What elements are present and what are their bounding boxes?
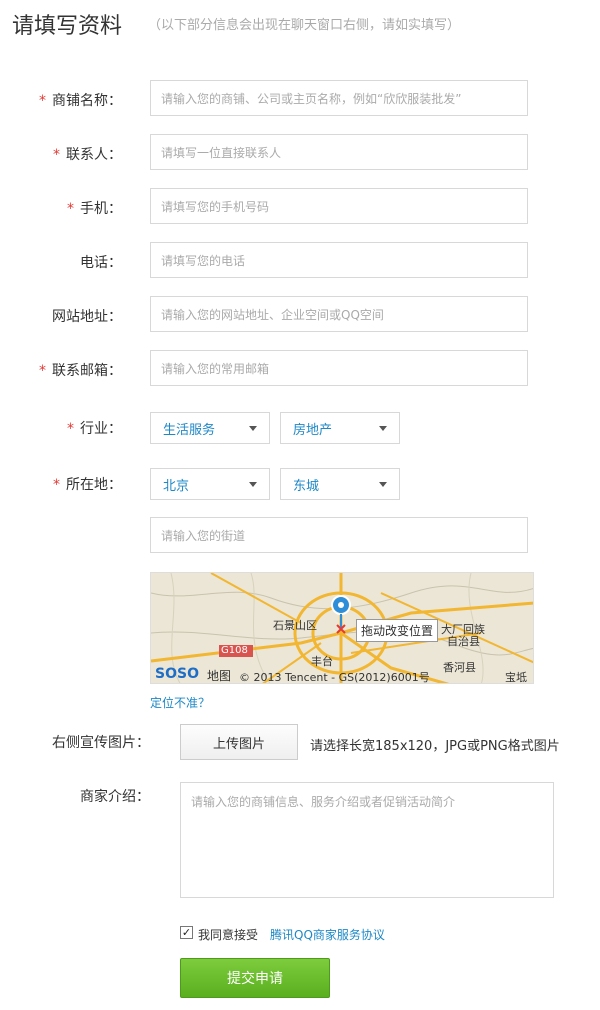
street-input[interactable]: 请输入您的街道 <box>150 517 528 553</box>
required-mark: * <box>39 363 46 379</box>
chevron-down-icon <box>379 481 387 487</box>
chevron-down-icon <box>249 481 257 487</box>
mobile-input[interactable]: 请填写您的手机号码 <box>150 188 528 224</box>
website-placeholder: 请输入您的网站地址、企业空间或QQ空间 <box>161 307 384 322</box>
district-value: 东城 <box>293 478 320 494</box>
phone-input[interactable]: 请填写您的电话 <box>150 242 528 278</box>
contact-label-text: 联系人： <box>66 147 122 163</box>
phone-placeholder: 请填写您的电话 <box>161 253 246 268</box>
agreement-link[interactable]: 腾讯QQ商家服务协议 <box>270 926 385 943</box>
soso-logo: SOSO <box>155 666 199 682</box>
industry-label-text: 行业： <box>80 421 122 437</box>
industry-label: * 行业： <box>0 418 122 438</box>
chevron-down-icon <box>249 425 257 431</box>
intro-placeholder: 请输入您的商铺信息、服务介绍或者促销活动简介 <box>191 795 456 809</box>
shop-name-label-text: 商铺名称： <box>52 93 122 109</box>
city-select[interactable]: 北京 <box>150 468 270 500</box>
location-map[interactable]: 石景山区 G108 大厂回族 自治县 香河县 宝坻 丰台 拖动改变位置 SOSO… <box>150 572 534 684</box>
mobile-placeholder: 请填写您的手机号码 <box>161 199 270 214</box>
page-subtitle: （以下部分信息会出现在聊天窗口右侧，请如实填写） <box>148 18 461 33</box>
contact-placeholder: 请填写一位直接联系人 <box>161 145 282 160</box>
page-title: 请填写资料 <box>12 14 123 39</box>
shop-name-label: * 商铺名称： <box>0 90 122 110</box>
location-label: * 所在地： <box>0 474 122 494</box>
location-label-text: 所在地： <box>66 477 122 493</box>
map-label-shijingshan: 石景山区 <box>273 619 317 632</box>
map-label-zizhixian: 自治县 <box>447 635 480 648</box>
map-copyright: © 2013 Tencent - GS(2012)6001号 <box>239 671 430 684</box>
map-label-fengtai: 丰台 <box>311 655 333 668</box>
map-label-g108: G108 <box>221 645 248 656</box>
mobile-label-text: 手机： <box>80 201 122 217</box>
city-value: 北京 <box>163 478 190 494</box>
map-brand-suffix: 地图 <box>207 669 232 683</box>
submit-button[interactable]: 提交申请 <box>180 958 330 998</box>
website-input[interactable]: 请输入您的网站地址、企业空间或QQ空间 <box>150 296 528 332</box>
email-placeholder: 请输入您的常用邮箱 <box>161 361 270 376</box>
location-inaccurate-link[interactable]: 定位不准？ <box>150 694 210 711</box>
chevron-down-icon <box>379 425 387 431</box>
mobile-label: * 手机： <box>0 198 122 218</box>
street-placeholder: 请输入您的街道 <box>161 528 246 543</box>
industry-secondary-value: 房地产 <box>293 422 333 438</box>
industry-primary-select[interactable]: 生活服务 <box>150 412 270 444</box>
agree-checkbox[interactable]: ✓ <box>180 926 193 939</box>
check-icon: ✓ <box>181 926 192 939</box>
district-select[interactable]: 东城 <box>280 468 400 500</box>
shop-name-placeholder: 请输入您的商铺、公司或主页名称，例如“欣欣服装批发” <box>161 91 462 106</box>
required-mark: * <box>67 201 74 217</box>
intro-textarea[interactable]: 请输入您的商铺信息、服务介绍或者促销活动简介 <box>180 782 554 898</box>
upload-hint: 请选择长宽185x120，JPG或PNG格式图片 <box>310 739 560 754</box>
contact-input[interactable]: 请填写一位直接联系人 <box>150 134 528 170</box>
industry-secondary-select[interactable]: 房地产 <box>280 412 400 444</box>
required-mark: * <box>39 93 46 109</box>
industry-primary-value: 生活服务 <box>163 422 216 438</box>
email-label-text: 联系邮箱： <box>52 363 122 379</box>
shop-name-input[interactable]: 请输入您的商铺、公司或主页名称，例如“欣欣服装批发” <box>150 80 528 116</box>
required-mark: * <box>67 421 74 437</box>
phone-label: 电话： <box>80 255 122 271</box>
email-label: * 联系邮箱： <box>0 360 122 380</box>
intro-label: 商家介绍： <box>80 789 150 805</box>
required-mark: * <box>53 147 60 163</box>
upload-image-button[interactable]: 上传图片 <box>180 724 298 760</box>
map-drag-tooltip: 拖动改变位置 <box>356 619 439 642</box>
required-mark: * <box>53 477 60 493</box>
agree-text: 我同意接受 <box>198 928 259 942</box>
map-label-xianghe: 香河县 <box>443 661 476 674</box>
map-label-baodi: 宝坻 <box>505 671 527 684</box>
promo-image-label: 右侧宣传图片： <box>52 735 150 751</box>
website-label: 网站地址： <box>52 309 122 325</box>
contact-label: * 联系人： <box>0 144 122 164</box>
email-input[interactable]: 请输入您的常用邮箱 <box>150 350 528 386</box>
